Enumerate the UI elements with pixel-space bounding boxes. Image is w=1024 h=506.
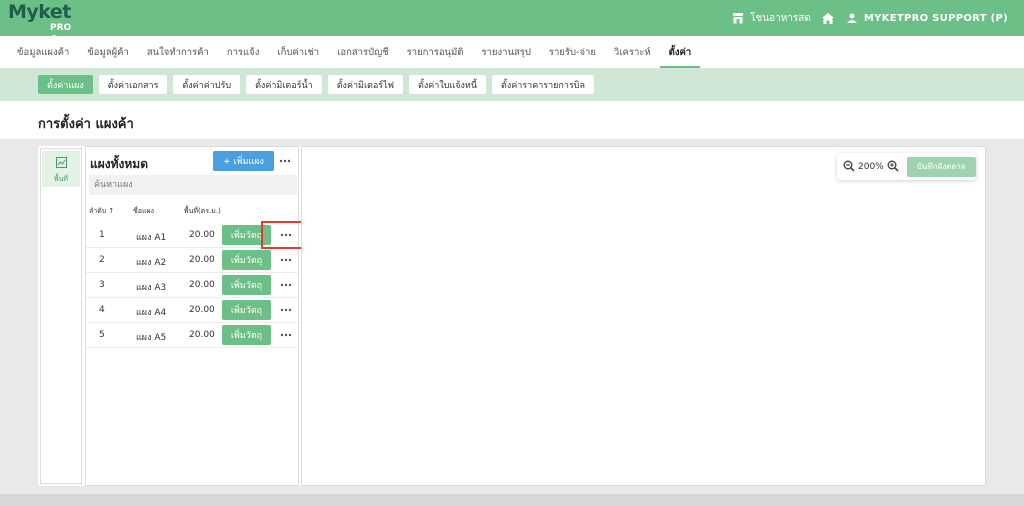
menu-accounting[interactable]: เอกสารบัญชี — [328, 36, 398, 68]
add-stall-button[interactable]: + เพิ่มแผง — [213, 151, 274, 171]
add-object-button[interactable]: เพิ่มวัตถุ — [222, 250, 271, 270]
stall-list-panel: แผงทั้งหมด + เพิ่มแผง ลำดับ ↑ ชื่อแผง พื… — [85, 146, 300, 486]
subtab-power-meter-settings[interactable]: ตั้งค่ามิเตอร์ไฟ — [327, 75, 404, 94]
add-object-button[interactable]: เพิ่มวัตถุ — [222, 275, 271, 295]
zoom-toolbar: 200% บันทึกผังตลาด — [837, 153, 976, 180]
row-order: 4 — [99, 305, 105, 315]
save-layout-button[interactable]: บันทึกผังตลาด — [906, 156, 976, 177]
col-name: ชื่อแผง — [133, 207, 154, 215]
zoom-in-icon[interactable] — [887, 157, 899, 176]
header-actions: โชนอาหารสด MYKETPRO SUPPORT (P) — [731, 0, 1008, 36]
row-area: 20.00 — [189, 330, 215, 340]
row-name: แผง A5 — [136, 333, 167, 343]
more-dots-icon[interactable] — [279, 328, 293, 342]
row-name: แผง A1 — [136, 233, 167, 243]
settings-submenu: ตั้งค่าแผง ตั้งค่าเอกสาร ตั้งค่าค่าปรับ … — [0, 68, 1024, 101]
page-title: การตั้งค่า แผงค้า — [38, 117, 134, 132]
menu-notify[interactable]: การแจ้ง — [218, 36, 269, 68]
menu-interested[interactable]: สนใจทำการค้า — [138, 36, 218, 68]
logo-text: Myket — [8, 1, 71, 23]
menu-settings[interactable]: ตั้งค่า — [659, 36, 701, 68]
bottom-strip — [0, 494, 1024, 506]
user-icon — [845, 11, 859, 25]
main-menu: ข้อมูลแผงค้า ข้อมูลผู้ค้า สนใจทำการค้า ก… — [0, 36, 1024, 68]
logo-sub-text: PRO — [50, 23, 72, 33]
table-row: 1 แผง A1 20.00 เพิ่มวัตถุ — [86, 223, 300, 248]
add-object-button[interactable]: เพิ่มวัตถุ — [222, 325, 271, 345]
stall-search-input[interactable] — [89, 175, 297, 195]
user-name: MYKETPRO SUPPORT (P) — [863, 12, 1008, 24]
row-name: แผง A2 — [136, 258, 167, 268]
shop-selector[interactable]: โชนอาหารสด — [731, 11, 811, 26]
row-order: 2 — [99, 255, 105, 265]
menu-vendor-info[interactable]: ข้อมูลผู้ค้า — [78, 36, 138, 68]
tool-area[interactable]: พื้นที่ — [42, 151, 80, 187]
zoom-level: 200% — [858, 161, 884, 172]
more-dots-icon[interactable] — [279, 303, 293, 317]
tool-sidebar: พื้นที่ — [40, 148, 82, 484]
row-order: 3 — [99, 280, 105, 290]
user-menu[interactable]: MYKETPRO SUPPORT (P) — [845, 11, 1008, 25]
more-dots-icon[interactable] — [279, 228, 293, 242]
menu-stall-info[interactable]: ข้อมูลแผงค้า — [8, 36, 78, 68]
table-row: 5 แผง A5 20.00 เพิ่มวัตถุ — [86, 323, 300, 348]
row-area: 20.00 — [189, 230, 215, 240]
shop-name: โชนอาหารสด — [750, 12, 811, 24]
area-grid-icon — [55, 153, 67, 172]
menu-income-expense[interactable]: รายรับ-จ่าย — [540, 36, 605, 68]
logo[interactable]: Myket PRO — [8, 1, 78, 41]
col-order[interactable]: ลำดับ ↑ — [89, 206, 114, 217]
row-order: 5 — [99, 330, 105, 340]
home-icon[interactable] — [821, 11, 835, 25]
subtab-bill-price-settings[interactable]: ตั้งค่าราคารายการบิล — [492, 75, 595, 94]
market-layout-canvas[interactable] — [301, 146, 986, 486]
col-area: พื้นที่(ตร.ม.) — [184, 207, 221, 215]
menu-analytics[interactable]: วิเคราะห์ — [605, 36, 660, 68]
row-order: 1 — [99, 230, 105, 240]
more-dots-icon[interactable] — [279, 278, 293, 292]
add-object-button[interactable]: เพิ่มวัตถุ — [222, 300, 271, 320]
store-icon — [731, 11, 745, 25]
subtab-stall-settings[interactable]: ตั้งค่าแผง — [38, 75, 93, 94]
table-row: 2 แผง A2 20.00 เพิ่มวัตถุ — [86, 248, 300, 273]
table-header: ลำดับ ↑ ชื่อแผง พื้นที่(ตร.ม.) — [86, 203, 300, 219]
subtab-document-settings[interactable]: ตั้งค่าเอกสาร — [98, 75, 168, 94]
row-area: 20.00 — [189, 255, 215, 265]
row-name: แผง A4 — [136, 308, 167, 318]
subtab-fine-settings[interactable]: ตั้งค่าค่าปรับ — [173, 75, 241, 94]
menu-approvals[interactable]: รายการอนุมัติ — [398, 36, 473, 68]
stall-list-title: แผงทั้งหมด — [90, 157, 149, 171]
top-bar: Myket PRO โชนอาหารสด MYKETPRO SUPPORT (P… — [0, 0, 1024, 41]
subtab-invoice-settings[interactable]: ตั้งค่าใบแจ้งหนี้ — [409, 75, 486, 94]
table-row: 3 แผง A3 20.00 เพิ่มวัตถุ — [86, 273, 300, 298]
row-area: 20.00 — [189, 305, 215, 315]
zoom-out-icon[interactable] — [843, 157, 855, 176]
menu-rent-collection[interactable]: เก็บค่าเช่า — [268, 36, 328, 68]
subtab-water-meter-settings[interactable]: ตั้งค่ามิเตอร์น้ำ — [246, 75, 322, 94]
tool-area-label: พื้นที่ — [53, 175, 68, 183]
more-dots-icon[interactable] — [278, 154, 292, 168]
row-area: 20.00 — [189, 280, 215, 290]
more-dots-icon[interactable] — [279, 253, 293, 267]
title-bar: การตั้งค่า แผงค้า — [0, 101, 1024, 139]
table-row: 4 แผง A4 20.00 เพิ่มวัตถุ — [86, 298, 300, 323]
menu-reports[interactable]: รายงานสรุป — [472, 36, 539, 68]
row-name: แผง A3 — [136, 283, 167, 293]
add-object-button[interactable]: เพิ่มวัตถุ — [222, 225, 271, 245]
